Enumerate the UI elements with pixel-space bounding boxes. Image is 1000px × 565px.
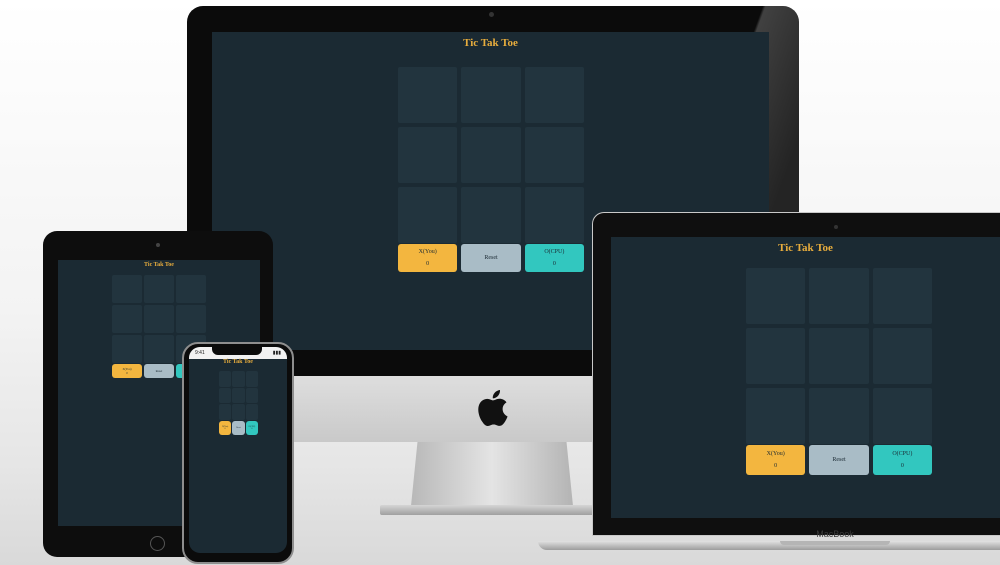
board-cell[interactable] [746,328,806,384]
iphone-screen: 9:41 ▮▮▮ Tic Tak Toe X(You) 0 Reset O(CP… [189,347,287,553]
board-cell[interactable] [461,187,521,243]
board-cell[interactable] [809,388,869,444]
reset-button[interactable]: Reset [232,421,245,435]
board-cell[interactable] [524,127,584,183]
board-cell[interactable] [176,275,206,303]
o-score: 0 [251,428,253,430]
reset-label: Reset [236,427,241,429]
board-cell[interactable] [872,268,932,324]
board-cell[interactable] [746,388,806,444]
reset-label: Reset [484,255,498,261]
game-title: Tic Tak Toe [144,262,174,268]
reset-button[interactable]: Reset [461,244,521,272]
o-player-button[interactable]: O(CPU) 0 [872,445,932,475]
board-cell[interactable] [872,328,932,384]
x-score: 0 [774,463,778,469]
board-cell[interactable] [245,387,258,404]
reset-button[interactable]: Reset [144,364,174,378]
board-cell[interactable] [176,305,206,333]
x-player-button[interactable]: X(You) 0 [746,445,806,475]
x-player-button[interactable]: X(You) 0 [398,244,458,272]
reset-label: Reset [832,457,846,463]
board-cell[interactable] [398,187,458,243]
board-cell[interactable] [112,305,142,333]
imac-stand-foot [380,505,605,515]
status-time: 9:41 [195,350,205,356]
o-player-button[interactable]: O(CPU) 0 [524,244,584,272]
score-row: X(You) 0 Reset O(CPU) 0 [398,244,584,272]
score-row: X(You) 0 Reset O(CPU) 0 [746,445,932,475]
macbook-label: MacBook [816,529,854,539]
board-cell[interactable] [524,67,584,123]
board-cell[interactable] [219,387,232,404]
o-player-button[interactable]: O(CPU) 0 [245,421,258,435]
board-cell[interactable] [245,404,258,420]
board-cell[interactable] [112,275,142,303]
board-cell[interactable] [219,371,232,387]
board-cell[interactable] [461,127,521,183]
macbook-base [538,541,1000,550]
board-cell[interactable] [112,335,142,363]
game-board [219,371,258,420]
battery-icon: ▮▮▮ [272,350,281,356]
board-cell[interactable] [144,305,174,333]
reset-label: Reset [155,369,163,373]
board-cell[interactable] [809,328,869,384]
board-cell[interactable] [524,187,584,243]
x-player-button[interactable]: X(You) 0 [112,364,142,378]
board-cell[interactable] [461,67,521,123]
macbook-screen: Tic Tak Toe X(You) 0 Reset O(CPU) 0 [611,237,1000,518]
game-title: Tic Tak Toe [223,359,253,365]
imac-camera [489,12,494,17]
x-score: 0 [126,371,128,375]
game-title: Tic Tak Toe [778,242,833,254]
x-player-button[interactable]: X(You) 0 [219,421,232,435]
x-score: 0 [426,261,430,267]
apple-logo-icon [478,390,508,426]
reset-button[interactable]: Reset [809,445,869,475]
board-cell[interactable] [219,404,232,420]
ipad-camera [156,243,160,247]
o-player-label: O(CPU) [544,249,565,255]
board-cell[interactable] [398,67,458,123]
o-score: 0 [900,463,904,469]
game-board [398,67,584,243]
o-score: 0 [552,261,556,267]
game-board [746,268,932,444]
x-player-label: X(You) [766,451,785,457]
ipad-home-button [150,536,165,551]
iphone-notch [212,347,262,355]
x-score: 0 [224,428,226,430]
board-cell[interactable] [144,275,174,303]
macbook-camera [834,225,838,229]
board-cell[interactable] [872,388,932,444]
board-cell[interactable] [232,371,245,387]
board-cell[interactable] [245,371,258,387]
macbook-opening-notch [780,541,890,545]
board-cell[interactable] [746,268,806,324]
game-title: Tic Tak Toe [463,37,518,49]
x-player-label: X(You) [418,249,437,255]
o-player-label: O(CPU) [892,451,913,457]
imac-stand [411,442,573,506]
score-row: X(You) 0 Reset O(CPU) 0 [219,421,258,435]
board-cell[interactable] [398,127,458,183]
board-cell[interactable] [809,268,869,324]
board-cell[interactable] [144,335,174,363]
board-cell[interactable] [232,387,245,404]
board-cell[interactable] [232,404,245,420]
